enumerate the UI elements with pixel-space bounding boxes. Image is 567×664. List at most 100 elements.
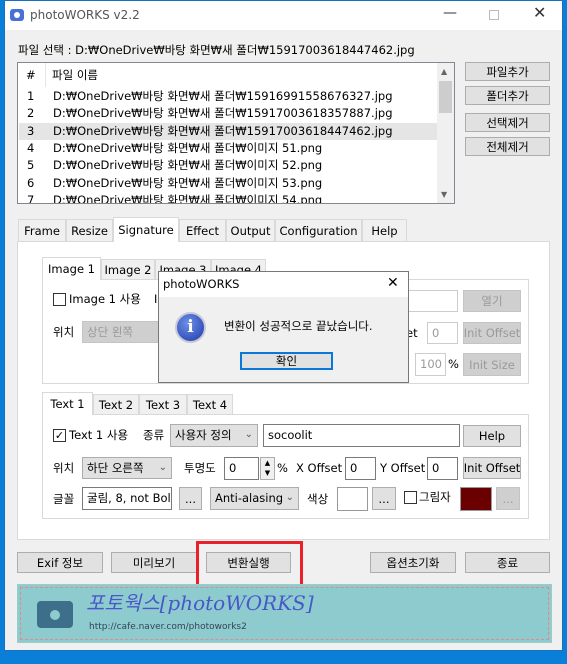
dialog-title: photoWORKS — [163, 277, 240, 291]
scrollbar[interactable]: ▲ ▼ — [437, 63, 454, 203]
highlight-box — [196, 541, 303, 589]
dialog-message: 변환이 성공적으로 끝났습니다. — [224, 319, 373, 333]
dialog-close-button[interactable]: ✕ — [387, 275, 399, 291]
window-title: photoWORKS v2.2 — [30, 8, 140, 22]
file-list-row[interactable]: 1 D:₩OneDrive₩바탕 화면₩새 폴더₩1591699155867632… — [19, 88, 437, 105]
tab-effect[interactable]: Effect — [179, 219, 226, 241]
camera-icon — [37, 601, 73, 628]
chevron-down-icon: ⌄ — [285, 492, 294, 503]
image-init-offset-button[interactable]: Init Offset — [463, 322, 521, 344]
file-list-row[interactable]: 7 D:₩OneDrive₩바탕 화면₩새 폴더₩이미지 54.png — [19, 192, 437, 204]
file-list-row[interactable]: 3 D:₩OneDrive₩바탕 화면₩새 폴더₩1591700361844746… — [19, 122, 437, 140]
text-type-label: 종류 — [143, 428, 165, 442]
text-type-select[interactable]: 사용자 정의 ⌄ — [170, 424, 258, 447]
remove-all-button[interactable]: 전체제거 — [465, 137, 550, 156]
file-list-row[interactable]: 4 D:₩OneDrive₩바탕 화면₩새 폴더₩이미지 51.png — [19, 140, 437, 157]
banner-title: 포토웍스[photoWORKS] — [86, 591, 314, 615]
tab-image-2[interactable]: Image 2 — [101, 259, 155, 279]
tab-help[interactable]: Help — [362, 219, 407, 241]
text-init-offset-button[interactable]: Init Offset — [463, 457, 521, 479]
tab-image-1[interactable]: Image 1 — [42, 257, 101, 280]
image-offset-input[interactable]: 0 — [427, 322, 458, 344]
opacity-label: 투명도 — [184, 461, 216, 475]
shadow-color-swatch[interactable] — [460, 487, 492, 511]
row-filename: D:₩OneDrive₩바탕 화면₩새 폴더₩이미지 54.png — [53, 192, 323, 204]
x-offset-label: X Offset — [296, 461, 343, 475]
tab-text-1[interactable]: Text 1 — [42, 392, 93, 415]
opacity-input[interactable]: 0 — [224, 457, 259, 480]
image-type-label: I — [154, 292, 158, 306]
scroll-thumb[interactable] — [439, 81, 452, 113]
row-number: 5 — [27, 158, 35, 173]
text-position-label: 위치 — [53, 461, 75, 475]
image-use-checkbox[interactable] — [53, 293, 66, 306]
message-dialog: photoWORKS ✕ i 변환이 성공적으로 끝났습니다. 확인 — [158, 271, 409, 383]
tab-output[interactable]: Output — [226, 219, 275, 241]
row-number: 2 — [27, 106, 35, 121]
tab-signature[interactable]: Signature — [113, 217, 179, 242]
shadow-checkbox[interactable] — [404, 491, 417, 504]
image-position-label: 위치 — [53, 325, 75, 339]
image-size-percent: % — [448, 357, 459, 371]
file-list[interactable]: # 파일 이름 1 D:₩OneDrive₩바탕 화면₩새 폴더₩15916991… — [17, 62, 455, 204]
signature-text-input[interactable]: socoolit — [263, 424, 460, 447]
text-use-checkbox[interactable]: ✓ — [53, 429, 66, 442]
font-picker-button[interactable]: ... — [179, 487, 202, 510]
antialias-select[interactable]: Anti-alasing ⌄ — [210, 487, 299, 510]
font-label: 글꼴 — [53, 492, 75, 506]
row-filename: D:₩OneDrive₩바탕 화면₩새 폴더₩15917003618357887… — [53, 106, 393, 121]
open-image-button[interactable]: 열기 — [463, 290, 521, 312]
remove-selected-button[interactable]: 선택제거 — [465, 113, 550, 132]
file-list-row[interactable]: 6 D:₩OneDrive₩바탕 화면₩새 폴더₩이미지 53.png — [19, 175, 437, 192]
row-number: 7 — [27, 192, 35, 204]
close-button[interactable]: ✕ — [533, 5, 546, 21]
reset-options-button[interactable]: 옵션초기화 — [370, 552, 456, 573]
banner-url[interactable]: http://cafe.naver.com/photoworks2 — [89, 619, 247, 635]
row-filename: D:₩OneDrive₩바탕 화면₩새 폴더₩이미지 53.png — [53, 175, 323, 190]
shadow-color-picker-button[interactable]: ... — [496, 487, 520, 510]
tab-text-3[interactable]: Text 3 — [139, 394, 187, 414]
shadow-label: 그림자 — [419, 490, 451, 504]
exit-button[interactable]: 종료 — [465, 552, 550, 573]
init-size-button[interactable]: Init Size — [463, 353, 521, 376]
row-number: 3 — [27, 123, 35, 138]
font-input[interactable]: 굴림, 8, not Bol — [82, 487, 172, 510]
spin-up-icon[interactable]: ▲ — [261, 458, 274, 468]
text-position-select[interactable]: 하단 오른쪽 ⌄ — [82, 457, 172, 479]
add-file-button[interactable]: 파일추가 — [465, 62, 550, 81]
minimize-button[interactable]: — — [443, 5, 457, 21]
tab-frame[interactable]: Frame — [18, 219, 66, 241]
row-number: 6 — [27, 175, 35, 190]
scroll-down-icon[interactable]: ▼ — [441, 187, 447, 203]
spin-down-icon[interactable]: ▼ — [261, 468, 274, 478]
column-header-number[interactable]: # — [26, 67, 36, 83]
maximize-button[interactable] — [489, 10, 499, 20]
banner: 포토웍스[photoWORKS] http://cafe.naver.com/p… — [17, 584, 552, 643]
column-header-filename[interactable]: 파일 이름 — [52, 67, 98, 83]
text-color-swatch[interactable] — [337, 487, 368, 511]
color-label: 색상 — [307, 492, 329, 506]
color-picker-button[interactable]: ... — [372, 487, 396, 510]
file-list-row[interactable]: 5 D:₩OneDrive₩바탕 화면₩새 폴더₩이미지 52.png — [19, 157, 437, 174]
y-offset-input[interactable]: 0 — [427, 457, 458, 480]
text-help-button[interactable]: Help — [463, 425, 521, 447]
opacity-percent: % — [277, 461, 288, 475]
preview-button[interactable]: 미리보기 — [111, 552, 197, 573]
exif-info-button[interactable]: Exif 정보 — [17, 552, 103, 573]
x-offset-input[interactable]: 0 — [345, 457, 376, 480]
row-filename: D:₩OneDrive₩바탕 화면₩새 폴더₩15916991558676327… — [53, 89, 393, 103]
opacity-spinner[interactable]: ▲ ▼ — [260, 457, 275, 480]
tab-text-4[interactable]: Text 4 — [187, 394, 233, 414]
tab-text-2[interactable]: Text 2 — [93, 394, 139, 414]
image-size-input[interactable]: 100 — [415, 353, 446, 376]
tab-resize[interactable]: Resize — [66, 219, 113, 241]
file-list-row[interactable]: 2 D:₩OneDrive₩바탕 화면₩새 폴더₩1591700361835788… — [19, 105, 437, 122]
add-folder-button[interactable]: 폴더추가 — [465, 86, 550, 105]
dialog-ok-button[interactable]: 확인 — [240, 352, 333, 370]
row-number: 1 — [27, 89, 35, 103]
scroll-up-icon[interactable]: ▲ — [441, 64, 447, 80]
tab-configuration[interactable]: Configuration — [275, 219, 362, 241]
chevron-down-icon: ⌄ — [158, 462, 167, 473]
antialias-value: Anti-alasing — [215, 491, 284, 505]
image-use-label: Image 1 사용 — [69, 292, 141, 306]
